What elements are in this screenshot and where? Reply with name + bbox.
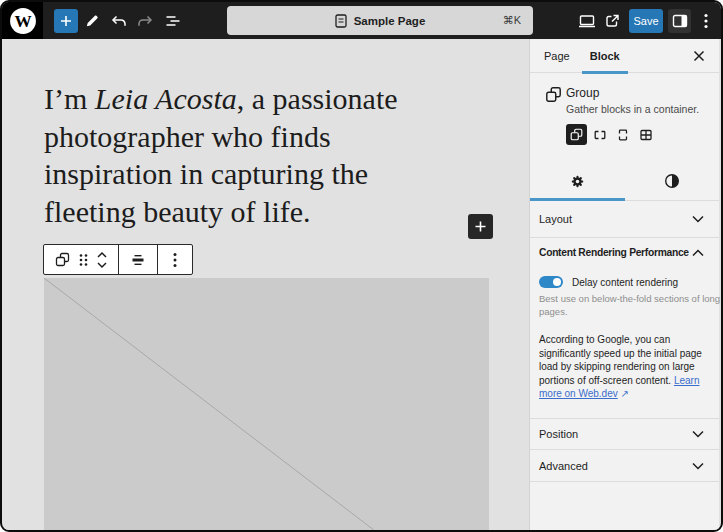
redo-button[interactable] <box>133 9 157 33</box>
move-up-down-icon <box>96 251 108 269</box>
crp-description-text: According to Google, you can significant… <box>539 333 715 401</box>
laptop-icon <box>578 13 596 29</box>
options-menu-button[interactable] <box>694 9 718 33</box>
grid-variation-icon <box>638 127 654 143</box>
editor-window: W Sample Page ⌘K Save <box>0 0 723 532</box>
image-placeholder-block[interactable] <box>44 278 489 532</box>
align-button[interactable] <box>130 252 146 268</box>
tab-page[interactable]: Page <box>534 39 580 73</box>
delay-rendering-label: Delay content rendering <box>572 277 678 288</box>
sidebar-view-tabs <box>530 162 719 201</box>
document-icon <box>335 14 347 28</box>
tools-button[interactable] <box>80 9 104 33</box>
row-variation-icon <box>592 127 608 143</box>
kebab-menu-icon <box>173 252 177 268</box>
shortcut-hint: ⌘K <box>503 14 521 27</box>
paragraph-italic-text: Leia Acosta <box>95 82 237 115</box>
crp-panel-body: Delay content rendering Best use on belo… <box>530 267 719 419</box>
chevron-up-icon <box>692 249 704 257</box>
panel-advanced-label: Advanced <box>539 460 588 472</box>
tab-block[interactable]: Block <box>580 39 630 73</box>
delay-rendering-toggle[interactable] <box>539 276 563 288</box>
panel-content-rendering-performance[interactable]: Content Rendering Performance <box>530 238 719 267</box>
stack-variation-icon <box>615 127 631 143</box>
panel-layout-label: Layout <box>539 213 572 225</box>
block-mover[interactable] <box>96 251 108 269</box>
delay-rendering-setting: Delay content rendering <box>539 276 678 288</box>
drag-handle-icon <box>79 253 88 267</box>
group-block-icon <box>544 85 563 104</box>
save-button[interactable]: Save <box>629 9 663 33</box>
block-variations <box>566 124 656 145</box>
tab-settings[interactable] <box>530 162 625 200</box>
block-appender-button[interactable] <box>468 214 493 239</box>
editor-canvas[interactable]: I’m Leia Acosta, a passionate photograph… <box>4 39 533 532</box>
close-icon <box>693 50 705 62</box>
sidebar-panels: Layout Content Rendering Performance Del… <box>530 201 719 482</box>
variation-row-button[interactable] <box>589 124 610 145</box>
group-block-icon <box>54 251 71 268</box>
panel-layout[interactable]: Layout <box>530 201 719 238</box>
drag-handle[interactable] <box>79 253 88 267</box>
document-title: Sample Page <box>354 15 426 27</box>
view-site-button[interactable] <box>600 9 624 33</box>
list-view-icon <box>164 13 181 29</box>
block-options-button[interactable] <box>173 252 177 268</box>
panel-position[interactable]: Position <box>530 419 719 450</box>
toggle-knob <box>553 278 561 286</box>
list-view-button[interactable] <box>160 9 184 33</box>
chevron-down-icon <box>692 215 704 223</box>
block-type-button[interactable] <box>54 251 71 268</box>
command-center[interactable]: Sample Page ⌘K <box>227 6 533 35</box>
group-variation-icon <box>569 127 584 142</box>
panel-crp-label: Content Rendering Performance <box>539 247 689 258</box>
settings-sidebar: Page Block Group Gather blocks in a cont… <box>529 39 719 532</box>
variation-group-button[interactable] <box>566 124 587 145</box>
wordpress-icon: W <box>9 7 37 35</box>
panel-position-label: Position <box>539 428 578 440</box>
crp-helper-text: Best use on below-the-fold sections of l… <box>539 292 721 318</box>
block-toolbar <box>43 244 193 275</box>
block-card-title: Group <box>566 86 599 100</box>
plus-icon <box>474 220 487 233</box>
wordpress-logo-button[interactable]: W <box>2 2 43 39</box>
redo-icon <box>137 13 154 29</box>
pencil-icon <box>84 13 100 29</box>
preview-button[interactable] <box>575 9 599 33</box>
paragraph-block[interactable]: I’m Leia Acosta, a passionate photograph… <box>44 80 444 230</box>
chevron-down-icon <box>692 430 704 438</box>
kebab-menu-icon <box>704 13 708 29</box>
plus-icon <box>59 14 73 28</box>
image-placeholder-diagonal <box>44 278 489 532</box>
undo-button[interactable] <box>106 9 130 33</box>
undo-icon <box>110 13 127 29</box>
block-inserter-button[interactable] <box>54 9 78 33</box>
gear-icon <box>570 174 585 189</box>
block-card-description: Gather blocks in a container. <box>566 103 716 115</box>
chevron-down-icon <box>692 462 704 470</box>
external-link-icon <box>604 13 620 29</box>
paragraph-text: I’m <box>44 82 95 115</box>
variation-stack-button[interactable] <box>612 124 633 145</box>
tab-page-label: Page <box>544 50 570 62</box>
sidebar-panel-icon <box>672 14 688 28</box>
variation-grid-button[interactable] <box>635 124 656 145</box>
svg-text:W: W <box>14 11 31 30</box>
sidebar-tabs: Page Block <box>530 39 719 73</box>
external-arrow-icon: ↗ <box>618 388 629 399</box>
align-center-icon <box>130 252 146 268</box>
tab-styles[interactable] <box>625 162 720 200</box>
editor-top-bar: W Sample Page ⌘K Save <box>2 2 721 39</box>
panel-advanced[interactable]: Advanced <box>530 450 719 482</box>
settings-sidebar-toggle-button[interactable] <box>668 9 691 33</box>
tab-block-label: Block <box>590 50 620 62</box>
contrast-icon <box>664 173 680 189</box>
close-sidebar-button[interactable] <box>687 44 711 68</box>
